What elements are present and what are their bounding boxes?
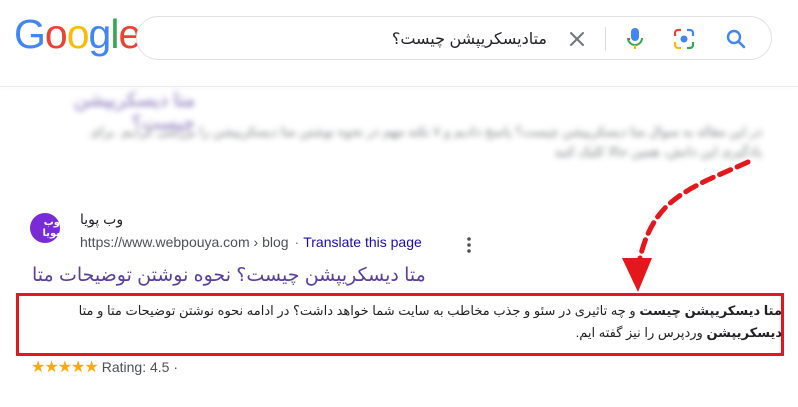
logo-letter: o	[66, 11, 90, 57]
rating-row: ★★★★★ Rating: 4.5 ·	[31, 356, 178, 378]
logo-letter: g	[88, 11, 112, 57]
url-separator: ·	[294, 234, 300, 250]
logo-letter: o	[44, 11, 68, 57]
rating-stars: ★★★★★	[31, 359, 99, 376]
site-name[interactable]: وب پویا	[80, 211, 123, 228]
translate-link[interactable]: Translate this page	[303, 234, 422, 250]
result-url[interactable]: https://www.webpouya.com › blog	[80, 234, 289, 250]
search-icon[interactable]	[725, 28, 747, 50]
google-lens-icon[interactable]	[673, 28, 695, 50]
rating-text: Rating: 4.5 ·	[101, 359, 178, 375]
google-logo[interactable]: Google	[14, 11, 141, 57]
result-snippet: متا دیسکریپشن چیست و چه تاثیری در سئو و …	[42, 300, 782, 344]
blurred-result-snippet: یادگیری این دانش، همین حالا کلیک کنید	[554, 144, 762, 159]
more-vert-icon[interactable]	[464, 236, 474, 254]
blurred-result-snippet: در این مقاله به سوال متا دیسکریپشن چیست؟…	[90, 124, 762, 139]
result-title-link[interactable]: متا دیسکریپشن چیست؟ نحوه نوشتن توضیحات م…	[32, 264, 426, 287]
logo-letter: l	[110, 11, 119, 57]
snippet-bold: متا دیسکریپشن چیست	[639, 303, 782, 318]
close-icon[interactable]	[567, 29, 587, 49]
search-divider	[605, 27, 606, 51]
logo-letter: G	[14, 11, 46, 57]
search-input[interactable]: متادیسکریپشن چیست؟	[392, 29, 547, 49]
snippet-bold: دیسکریپشن	[706, 325, 782, 340]
snippet-text: و چه تاثیری در سئو و جذب مخاطب به سایت ش…	[78, 303, 640, 318]
result-url-row: https://www.webpouya.com › blog · Translat…	[80, 234, 422, 250]
blurred-previous-result: متا دیسکریپشن چیست؟ در این مقاله به سوال…	[20, 86, 780, 166]
site-favicon[interactable]: وب پویا	[30, 213, 60, 243]
search-bar[interactable]: متادیسکریپشن چیست؟	[136, 16, 772, 60]
snippet-text: وردپرس را نیز گفته ایم.	[575, 325, 707, 340]
microphone-icon[interactable]	[625, 27, 645, 51]
